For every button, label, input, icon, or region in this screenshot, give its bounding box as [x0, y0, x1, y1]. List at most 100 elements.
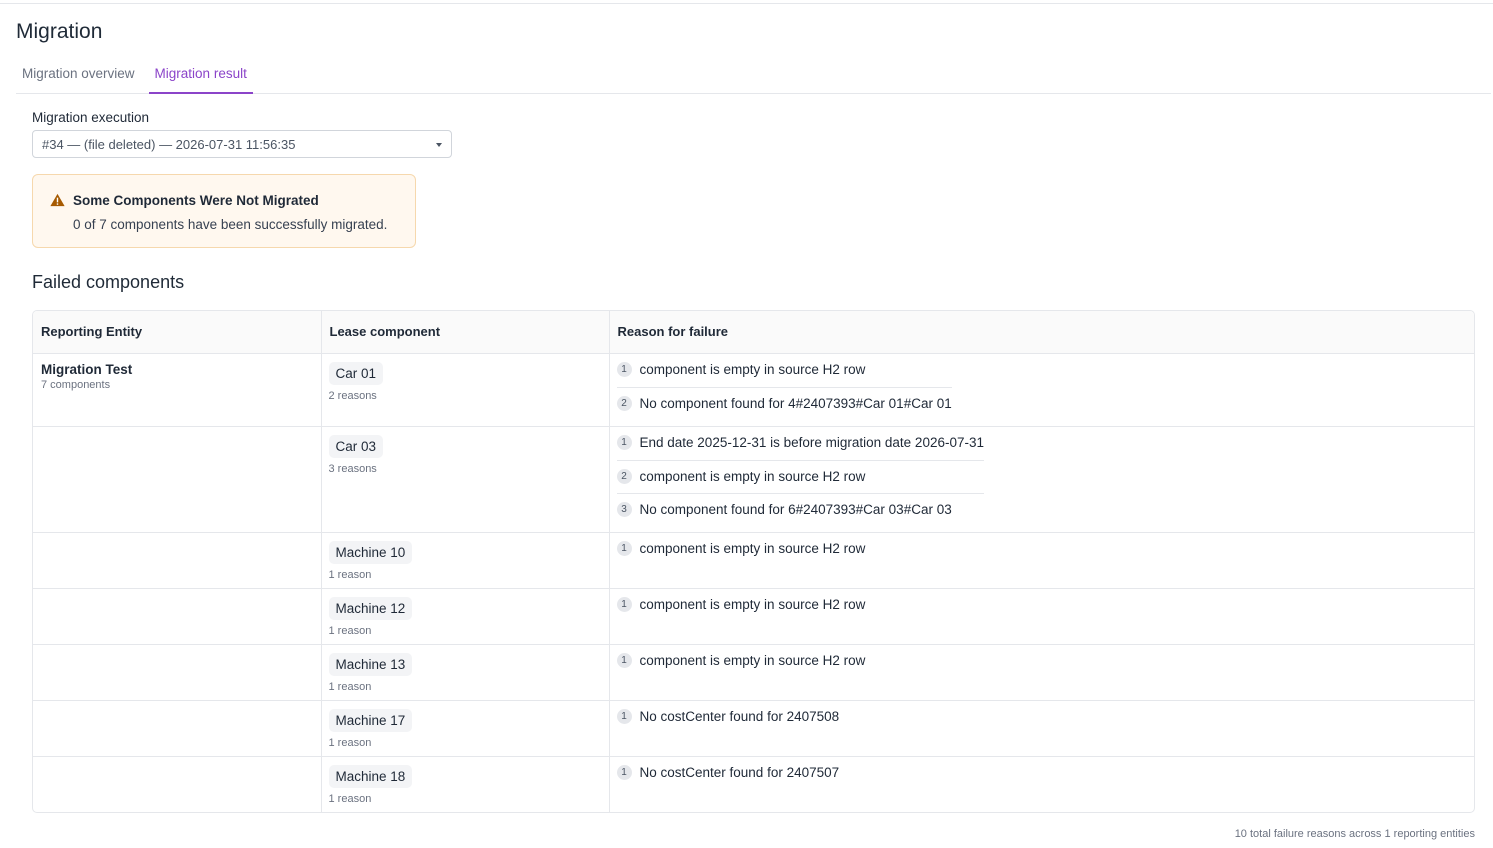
- reason-count: 2 reasons: [328, 389, 377, 402]
- reason-list: 1 No costCenter found for 2407507: [616, 764, 840, 790]
- table-row: Migration Test 7 components Car 01 2 rea…: [33, 353, 1474, 427]
- list-item: 1 component is empty in source H2 row: [616, 652, 866, 678]
- component-chip[interactable]: Car 01: [328, 361, 384, 385]
- list-item: 1 component is empty in source H2 row: [616, 596, 866, 622]
- reason-list: 1 component is empty in source H2 row: [616, 596, 866, 622]
- reasons-cell: 1 component is empty in source H2 row: [609, 588, 1474, 645]
- reason-text: component is empty in source H2 row: [639, 652, 866, 668]
- table-row: Machine 18 1 reason 1 No costCenter foun…: [33, 756, 1474, 812]
- failed-components-title: Failed components: [32, 272, 185, 292]
- failure-summary-footer: 10 total failure reasons across 1 report…: [1234, 828, 1475, 840]
- component-chip[interactable]: Machine 17: [328, 708, 413, 732]
- reason-number-badge: 1: [616, 434, 632, 450]
- list-item: 2 component is empty in source H2 row: [616, 459, 984, 493]
- reason-list: 1 No costCenter found for 2407508: [616, 708, 840, 734]
- reason-count: 1 reason: [328, 736, 372, 749]
- component-cell: Machine 13 1 reason: [321, 644, 610, 701]
- list-item: 1 No costCenter found for 2407508: [616, 708, 840, 734]
- table-row: Machine 13 1 reason 1 component is empty…: [33, 644, 1474, 701]
- reason-text: component is empty in source H2 row: [639, 361, 866, 377]
- list-item: 1 component is empty in source H2 row: [616, 540, 866, 566]
- list-item: 3 No component found for 6#2407393#Car 0…: [616, 492, 984, 526]
- alert-message: 0 of 7 components have been successfully…: [73, 217, 388, 232]
- entity-component-count: 7 components: [41, 378, 111, 391]
- entity-cell: [33, 756, 322, 812]
- table-row: Machine 12 1 reason 1 component is empty…: [33, 588, 1474, 645]
- reason-count: 1 reason: [328, 624, 372, 637]
- reason-list: 1 End date 2025-12-31 is before migratio…: [616, 434, 985, 526]
- reason-number-badge: 2: [616, 469, 632, 484]
- reason-text: No costCenter found for 2407508: [639, 708, 840, 724]
- entity-cell: [33, 644, 322, 701]
- reason-count: 1 reason: [328, 792, 372, 805]
- entity-cell: Migration Test 7 components: [33, 353, 322, 427]
- reasons-cell: 1 component is empty in source H2 row: [609, 532, 1474, 589]
- top-divider: [0, 3, 1493, 4]
- migration-execution-value: #34 — (file deleted) — 2026-07-31 11:56:…: [42, 137, 296, 152]
- reason-number-badge: 1: [616, 596, 632, 612]
- migration-warning-alert: Some Components Were Not Migrated 0 of 7…: [32, 174, 416, 248]
- entity-cell: [33, 700, 322, 757]
- column-header-reporting-entity: Reporting Entity: [33, 311, 322, 354]
- reason-text: No component found for 6#2407393#Car 03#…: [639, 502, 952, 517]
- migration-execution-select[interactable]: #34 — (file deleted) — 2026-07-31 11:56:…: [32, 130, 452, 158]
- list-item: 1 No costCenter found for 2407507: [616, 764, 840, 790]
- tab-migration-overview[interactable]: Migration overview: [16, 58, 141, 94]
- list-item: 1 End date 2025-12-31 is before migratio…: [616, 434, 985, 460]
- reason-count: 3 reasons: [328, 462, 377, 475]
- reason-text: component is empty in source H2 row: [639, 469, 866, 484]
- reason-list: 1 component is empty in source H2 row: [616, 540, 866, 566]
- reason-count: 1 reason: [328, 568, 372, 581]
- table-row: Machine 10 1 reason 1 component is empty…: [33, 532, 1474, 589]
- alert-title: Some Components Were Not Migrated: [73, 193, 319, 208]
- entity-name: Migration Test: [41, 361, 133, 377]
- reason-number-badge: 3: [616, 502, 632, 517]
- tab-bar: Migration overview Migration result: [16, 58, 1491, 94]
- reasons-cell: 1 No costCenter found for 2407508: [609, 700, 1474, 757]
- component-cell: Car 01 2 reasons: [321, 353, 610, 427]
- reason-count: 1 reason: [328, 680, 372, 693]
- reason-text: End date 2025-12-31 is before migration …: [639, 434, 985, 450]
- table-row: Machine 17 1 reason 1 No costCenter foun…: [33, 700, 1474, 757]
- failed-components-table: Reporting Entity Lease component Reason …: [32, 310, 1475, 813]
- reason-text: No costCenter found for 2407507: [639, 764, 840, 780]
- migration-execution-label: Migration execution: [32, 110, 150, 125]
- table-row: Car 03 3 reasons 1 End date 2025-12-31 i…: [33, 426, 1474, 533]
- tab-migration-result[interactable]: Migration result: [148, 58, 253, 94]
- reason-number-badge: 1: [616, 652, 632, 668]
- column-header-lease-component: Lease component: [321, 311, 610, 354]
- reason-number-badge: 1: [616, 708, 632, 724]
- list-item: 2 No component found for 4#2407393#Car 0…: [616, 386, 952, 420]
- entity-cell: [33, 588, 322, 645]
- reason-number-badge: 1: [616, 764, 632, 780]
- list-item: 1 component is empty in source H2 row: [616, 361, 952, 387]
- table-header-row: Reporting Entity Lease component Reason …: [33, 311, 1474, 354]
- entity-cell: [33, 532, 322, 589]
- reason-list: 1 component is empty in source H2 row: [616, 652, 866, 678]
- component-cell: Machine 12 1 reason: [321, 588, 610, 645]
- reasons-cell: 1 No costCenter found for 2407507: [609, 756, 1474, 812]
- component-cell: Machine 18 1 reason: [321, 756, 610, 812]
- component-chip[interactable]: Car 03: [328, 434, 384, 458]
- chevron-down-icon: [436, 143, 442, 147]
- component-cell: Machine 10 1 reason: [321, 532, 610, 589]
- component-cell: Car 03 3 reasons: [321, 426, 610, 533]
- reasons-cell: 1 component is empty in source H2 row: [609, 644, 1474, 701]
- reason-number-badge: 2: [616, 396, 632, 411]
- component-chip[interactable]: Machine 13: [328, 652, 413, 676]
- reasons-cell: 1 component is empty in source H2 row 2 …: [609, 353, 1474, 427]
- reasons-cell: 1 End date 2025-12-31 is before migratio…: [609, 426, 1474, 533]
- component-cell: Machine 17 1 reason: [321, 700, 610, 757]
- component-chip[interactable]: Machine 18: [328, 764, 413, 788]
- reason-list: 1 component is empty in source H2 row 2 …: [616, 361, 952, 420]
- column-header-reason-for-failure: Reason for failure: [609, 311, 1474, 354]
- component-chip[interactable]: Machine 10: [328, 540, 413, 564]
- component-chip[interactable]: Machine 12: [328, 596, 413, 620]
- entity-cell: [33, 426, 322, 533]
- reason-number-badge: 1: [616, 361, 632, 377]
- page-title: Migration: [16, 20, 103, 43]
- reason-text: component is empty in source H2 row: [639, 540, 866, 556]
- reason-text: No component found for 4#2407393#Car 01#…: [639, 396, 952, 411]
- warning-triangle-icon: [50, 193, 65, 207]
- reason-text: component is empty in source H2 row: [639, 596, 866, 612]
